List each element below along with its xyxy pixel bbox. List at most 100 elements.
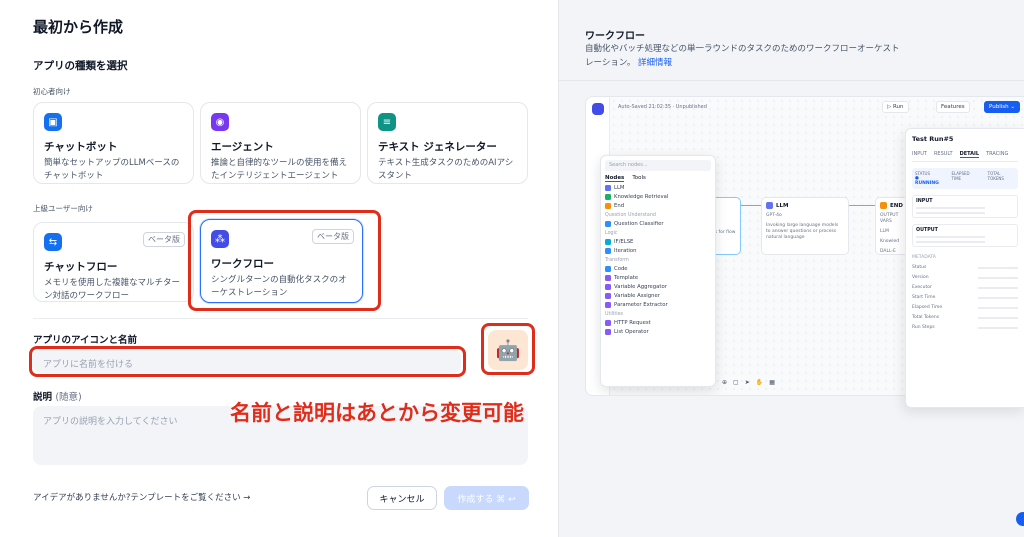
- create-button[interactable]: 作成する ⌘ ↩: [444, 486, 529, 510]
- tokens-label: TOTAL TOKENS: [987, 171, 1004, 181]
- metadata-row: Start Time: [912, 295, 1018, 300]
- node-item: List Operator: [605, 329, 711, 335]
- end-icon: [880, 202, 887, 209]
- metadata-value: [978, 307, 1018, 309]
- annotation-note: 名前と説明はあとから変更可能: [230, 401, 524, 425]
- robot-icon: 🤖: [495, 338, 521, 362]
- app-type-name: エージェント: [211, 141, 274, 153]
- node-item: Code: [605, 266, 711, 272]
- node-item: IF/ELSE: [605, 239, 711, 245]
- app-type-chatbot[interactable]: ▣ チャットボット 簡単なセットアップのLLMベースのチャットボット: [33, 102, 194, 184]
- metadata-row: Version: [912, 275, 1018, 280]
- node-item-label: LLM: [614, 185, 625, 191]
- metadata-row: Elapsed Time: [912, 305, 1018, 310]
- dialog-title: 最初から作成: [33, 18, 124, 36]
- divider: [559, 80, 1024, 81]
- app-type-preview-panel: ワークフロー 自動化やバッチ処理などの単一ラウンドのタスクのためのワークフローオ…: [558, 0, 1024, 537]
- cancel-button[interactable]: キャンセル: [367, 486, 437, 510]
- node-type-icon: [605, 221, 611, 227]
- tab-result: RESULT: [933, 151, 953, 157]
- text-generator-icon: ≡: [378, 113, 396, 131]
- metadata-row: Run Steps: [912, 325, 1018, 330]
- metadata-key: Elapsed Time: [912, 305, 943, 310]
- help-button[interactable]: [1016, 512, 1024, 526]
- test-run-title: Test Run#5: [912, 135, 954, 143]
- metadata-row: Executor: [912, 285, 1018, 290]
- metadata-value: [978, 277, 1018, 279]
- features-button: Features: [936, 101, 970, 113]
- pointer-icon: ➤: [744, 379, 750, 386]
- run-button: ▷ Run: [882, 101, 909, 113]
- tab-nodes: Nodes: [605, 175, 625, 182]
- app-type-workflow[interactable]: ベータ版 ⁂ ワークフロー シングルターンの自動化タスクのオーケストレーション: [200, 219, 363, 303]
- node-item: Template: [605, 275, 711, 281]
- preview-title: ワークフロー: [585, 31, 645, 42]
- node-item: HTTP Request: [605, 320, 711, 326]
- metadata-key: Run Steps: [912, 325, 935, 330]
- node-item-label: Template: [614, 275, 639, 281]
- grid-icon: ▦: [769, 379, 775, 386]
- node-category: Question Understand: [605, 213, 656, 218]
- node-picker-tabs: Nodes Tools: [605, 175, 711, 182]
- divider: [33, 318, 528, 319]
- hand-icon: ✋: [755, 379, 764, 386]
- app-logo-icon: [591, 103, 604, 115]
- test-run-panel: Test Run#5 INPUT RESULT DETAIL TRACING S…: [905, 128, 1024, 408]
- app-type-desc: 簡単なセットアップのLLMベースのチャットボット: [44, 158, 180, 181]
- node-list: LLM Knowledge Retrieval End Question Unders…: [605, 185, 711, 335]
- node-type-icon: [605, 185, 611, 191]
- input-section: INPUT: [912, 195, 1018, 218]
- node-item: Parameter Extractor: [605, 302, 711, 308]
- app-type-chatflow[interactable]: ベータ版 ⇆ チャットフロー メモリを使用した複雑なマルチターン対話のワークフロ…: [33, 222, 194, 302]
- node-item-label: Question Classifier: [614, 221, 664, 227]
- llm-node: LLM GPT-4o Invoking large language model…: [761, 197, 849, 255]
- node-type-icon: [605, 284, 611, 290]
- app-type-desc: 推論と自律的なツールの使用を備えたインテリジェントエージェント: [211, 158, 348, 181]
- node-item: Variable Aggregator: [605, 284, 711, 290]
- app-type-agent[interactable]: ◉ エージェント 推論と自律的なツールの使用を備えたインテリジェントエージェント: [200, 102, 361, 184]
- app-name-input[interactable]: アプリに名前を付ける: [33, 349, 461, 373]
- input-title: INPUT: [916, 199, 933, 204]
- status-value: ● RUNNING: [915, 176, 939, 186]
- node-type-icon: [605, 194, 611, 200]
- metadata-row: Total Tokens: [912, 315, 1018, 320]
- node-item-label: Variable Assigner: [614, 293, 660, 299]
- metadata-key: Status: [912, 265, 927, 270]
- edge: [849, 205, 875, 206]
- node-category: Logic: [605, 231, 618, 236]
- workflow-icon: ⁂: [211, 230, 229, 248]
- node-type-icon: [605, 320, 611, 326]
- canvas-toolbar: ⊕ ▢ ➤ ✋ ▦: [722, 379, 775, 386]
- tab-input: INPUT: [912, 151, 927, 157]
- metadata-key: Start Time: [912, 295, 936, 300]
- chatflow-icon: ⇆: [44, 233, 62, 251]
- metadata-value: [978, 287, 1018, 289]
- app-icon-picker[interactable]: 🤖: [488, 330, 528, 370]
- node-type-icon: [605, 275, 611, 281]
- preview-description: 自動化やバッチ処理などの単一ラウンドのタスクのためのワークフローオーケストレーシ…: [585, 42, 905, 70]
- app-type-name: テキスト ジェネレーター: [378, 141, 497, 153]
- node-item: Knowledge Retrieval: [605, 194, 711, 200]
- app-type-name: チャットボット: [44, 141, 118, 153]
- template-link[interactable]: アイデアがありませんか?テンプレートをご覧ください →: [33, 491, 250, 503]
- name-label: アプリのアイコンと名前: [33, 335, 138, 346]
- node-item-label: List Operator: [614, 329, 649, 335]
- app-type-text-generator[interactable]: ≡ テキスト ジェネレーター テキスト生成タスクのためのAIアシスタント: [367, 102, 528, 184]
- beta-badge: ベータ版: [312, 229, 354, 244]
- agent-icon: ◉: [211, 113, 229, 131]
- node-item-label: Iteration: [614, 248, 637, 254]
- node-item-label: Parameter Extractor: [614, 302, 668, 308]
- metadata-value: [978, 317, 1018, 319]
- chat-icon: ▣: [44, 113, 62, 131]
- beta-badge: ベータ版: [143, 232, 185, 247]
- end-node-title: END: [890, 202, 903, 209]
- node-item-label: Code: [614, 266, 628, 272]
- elapsed-label: ELAPSED TIME: [951, 171, 970, 181]
- learn-more-link[interactable]: 詳細情報: [638, 58, 672, 68]
- metadata-title: METADATA: [912, 255, 936, 260]
- app-type-desc: テキスト生成タスクのためのAIアシスタント: [378, 158, 514, 181]
- metadata-value: [978, 267, 1018, 269]
- node-item-label: End: [614, 203, 625, 209]
- metadata-row: Status: [912, 265, 1018, 270]
- llm-node-desc: Invoking large language models to answer…: [766, 223, 839, 240]
